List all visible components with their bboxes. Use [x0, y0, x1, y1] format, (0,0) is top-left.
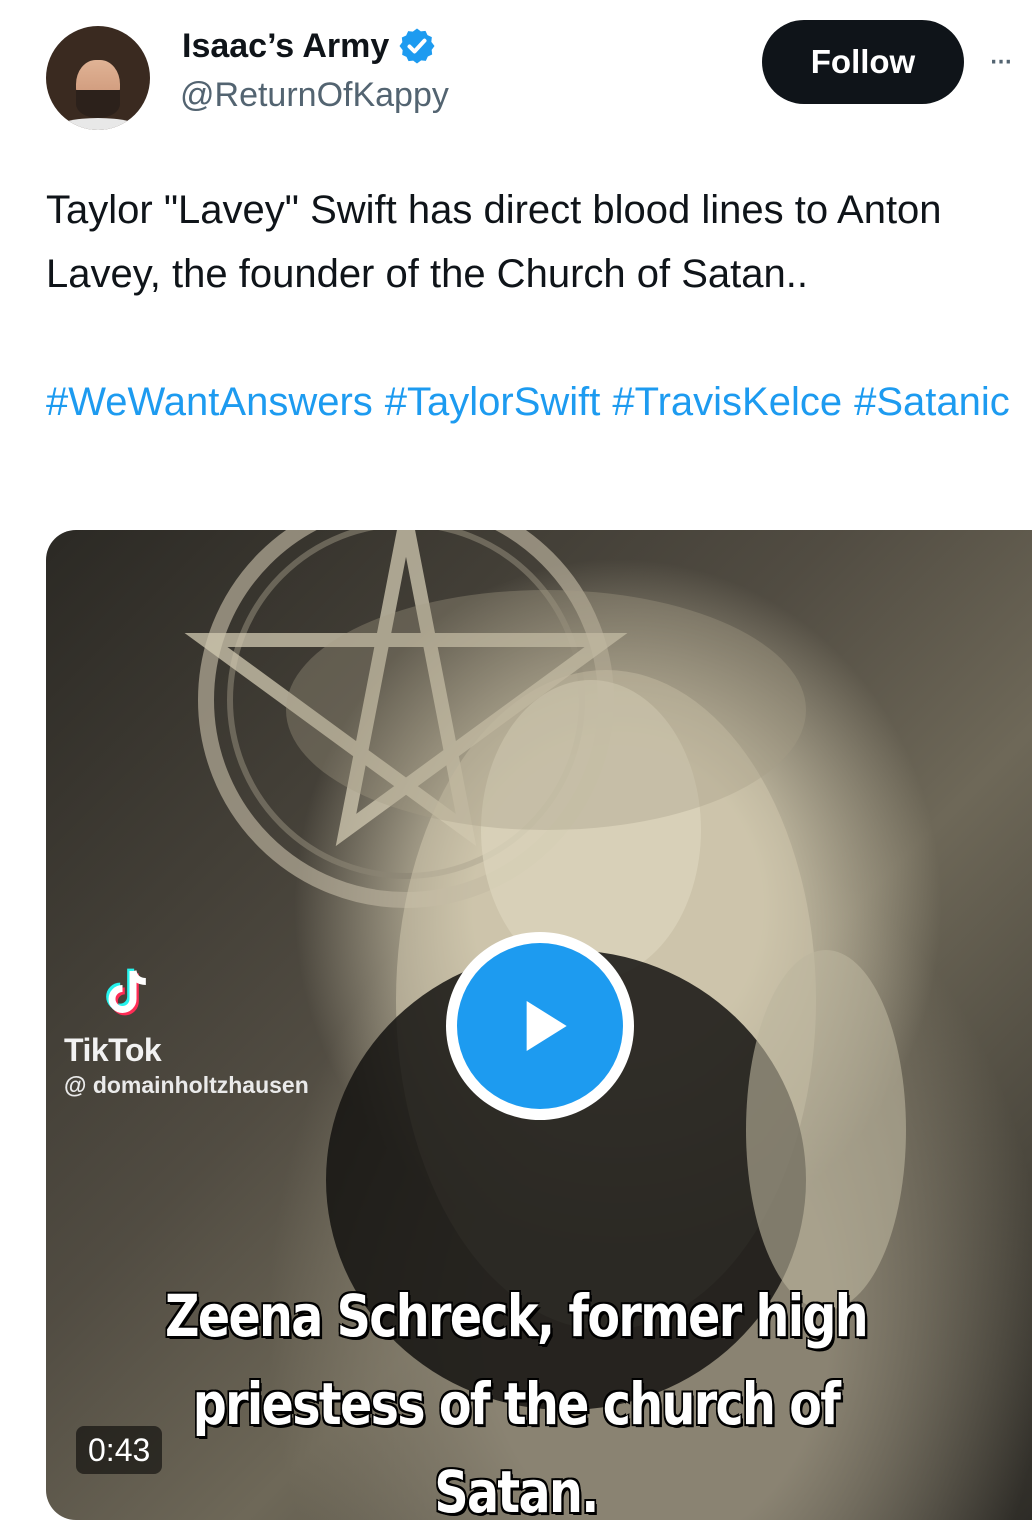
- author-avatar[interactable]: [46, 26, 150, 130]
- tiktok-watermark-user: @ domainholtzhausen: [64, 1072, 309, 1098]
- follow-button[interactable]: Follow: [762, 20, 964, 104]
- tiktok-watermark-brand: TikTok: [64, 1032, 162, 1068]
- tiktok-logo-icon: [106, 968, 147, 1016]
- play-icon: [526, 1001, 567, 1051]
- author-name-row: Isaac’s Army: [182, 24, 437, 68]
- play-button[interactable]: [446, 932, 634, 1120]
- author-display-name[interactable]: Isaac’s Army: [182, 27, 389, 66]
- more-options-icon[interactable]: ···: [988, 40, 1032, 80]
- avatar-beard: [76, 90, 120, 118]
- hashtag-link[interactable]: #Satanic: [854, 380, 1010, 424]
- hashtag-link[interactable]: #TaylorSwift: [385, 380, 601, 424]
- avatar-shirt: [56, 118, 140, 130]
- video-duration: 0:43: [76, 1426, 163, 1474]
- video-caption: Zeena Schreck, former high priestess of …: [164, 1282, 869, 1520]
- play-button-circle: [457, 943, 623, 1109]
- verified-badge-icon: [397, 26, 437, 66]
- video-player[interactable]: TikTok @ domainholtzhausen Zeena Schreck…: [46, 530, 1032, 1520]
- hashtag-link[interactable]: #TravisKelce: [612, 380, 842, 424]
- hashtag-link[interactable]: #WeWantAnswers: [46, 380, 373, 424]
- tweet-text: Taylor "Lavey" Swift has direct blood li…: [46, 188, 942, 296]
- tweet-hashtags: #WeWantAnswers #TaylorSwift #TravisKelce #S…: [46, 370, 1010, 434]
- author-handle[interactable]: @ReturnOfKappy: [180, 76, 449, 115]
